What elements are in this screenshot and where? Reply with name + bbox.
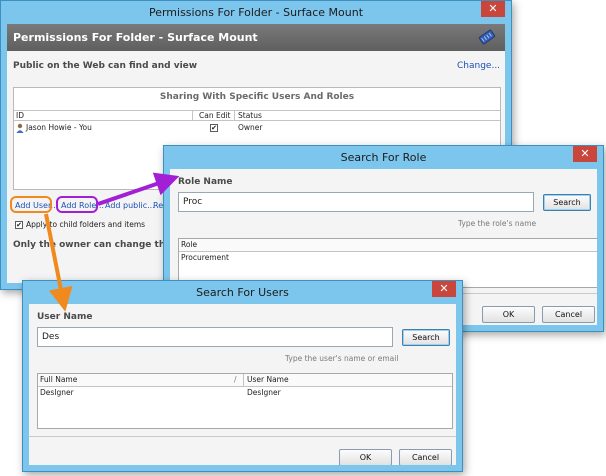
callout-arrows bbox=[44, 172, 180, 312]
orange-arrow bbox=[44, 213, 73, 312]
purple-arrow bbox=[97, 172, 180, 206]
